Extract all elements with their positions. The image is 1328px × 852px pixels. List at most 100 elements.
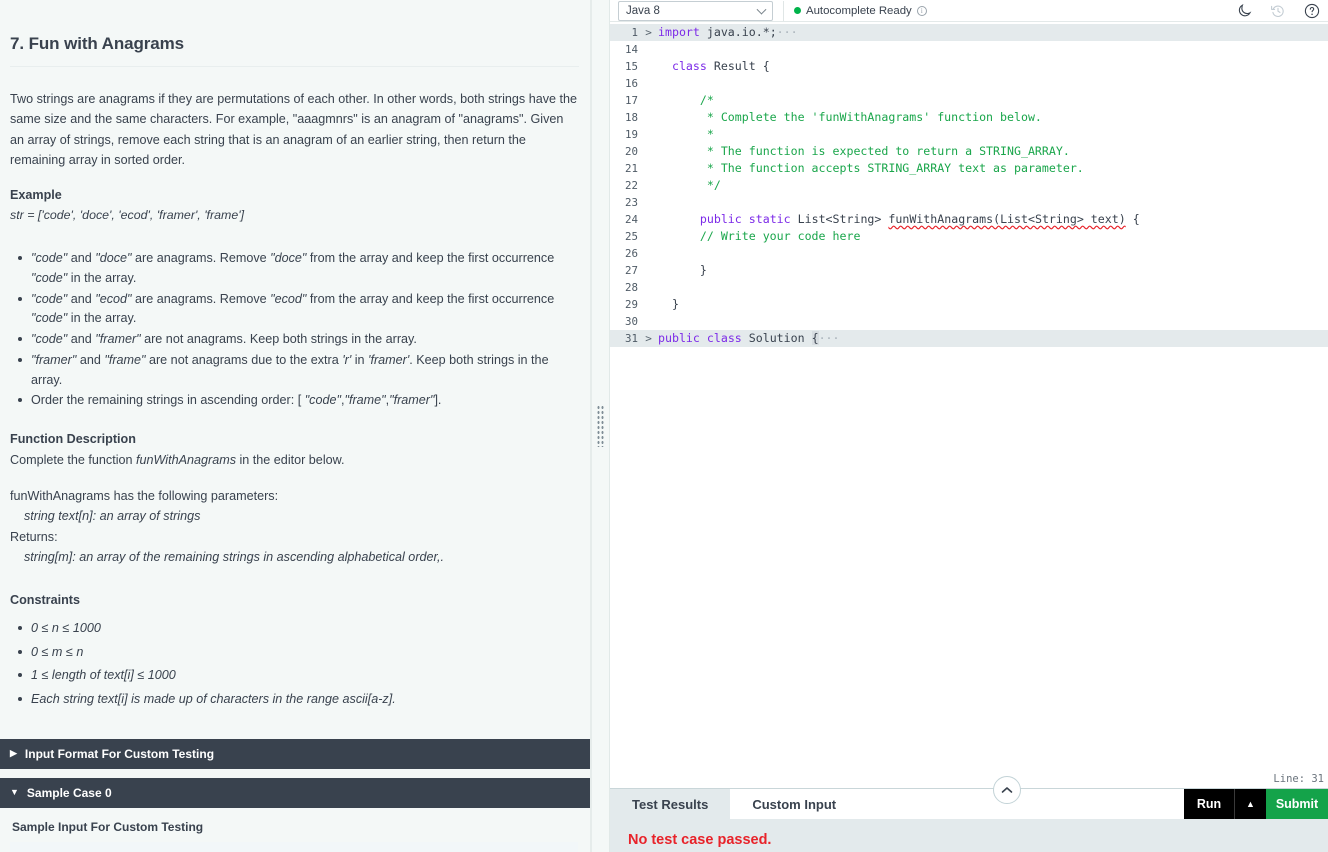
code-token: java.io.*; bbox=[699, 25, 777, 39]
function-description-heading: Function Description bbox=[10, 432, 136, 447]
line-number: 20 bbox=[624, 145, 638, 158]
code-line[interactable]: 29 } bbox=[610, 296, 1328, 313]
code-line[interactable]: 19 * bbox=[610, 126, 1328, 143]
problem-statement-panel[interactable]: 7. Fun with Anagrams Two strings are ana… bbox=[0, 0, 591, 852]
code-line[interactable]: 20 * The function is expected to return … bbox=[610, 143, 1328, 160]
history-icon[interactable] bbox=[1270, 3, 1286, 19]
code-line[interactable]: 25 // Write your code here bbox=[610, 228, 1328, 245]
moon-icon[interactable] bbox=[1236, 3, 1252, 19]
code-token: * bbox=[658, 127, 714, 141]
tab-custom-input[interactable]: Custom Input bbox=[730, 789, 859, 819]
returns-label: Returns: bbox=[10, 529, 58, 544]
sample-case-section-header[interactable]: ▼ Sample Case 0 bbox=[0, 777, 590, 808]
input-format-section-header[interactable]: ▶ Input Format For Custom Testing bbox=[0, 738, 590, 769]
returns-line: string[m]: an array of the remaining str… bbox=[24, 550, 445, 565]
example-bullet-list: "code" and "doce" are anagrams. Remove "… bbox=[10, 249, 579, 411]
code-line[interactable]: 24 public static List<String> funWithAna… bbox=[610, 211, 1328, 228]
code-line[interactable]: 14 bbox=[610, 41, 1328, 58]
code-line[interactable]: 15 class Result { bbox=[610, 58, 1328, 75]
code-token: public bbox=[699, 212, 742, 226]
sample-case-label: Sample Case 0 bbox=[26, 785, 112, 800]
autocomplete-status-label: Autocomplete Ready bbox=[806, 4, 912, 17]
code-editor[interactable]: 1 > import java.io.*;··· 14 15 class Result … bbox=[610, 22, 1328, 770]
line-number: 26 bbox=[624, 247, 638, 260]
code-line[interactable]: 16 bbox=[610, 75, 1328, 92]
code-line[interactable]: 18 * Complete the 'funWithAnagrams' func… bbox=[610, 109, 1328, 126]
list-item: Each string text[i] is made up of charac… bbox=[18, 690, 579, 710]
fold-toggle-icon[interactable]: > bbox=[642, 24, 655, 41]
toolbar-divider bbox=[783, 0, 784, 21]
code-text: public static List<String> funWithAnagra… bbox=[655, 211, 1140, 228]
sample-input-heading: Sample Input For Custom Testing bbox=[12, 819, 204, 834]
code-token: class bbox=[671, 59, 707, 73]
code-token: ··· bbox=[776, 25, 798, 39]
input-format-label: Input Format For Custom Testing bbox=[24, 746, 215, 761]
constraints-heading: Constraints bbox=[10, 592, 80, 607]
code-token: Result { bbox=[706, 59, 770, 73]
code-token: List<String> bbox=[790, 212, 889, 226]
line-number: 25 bbox=[624, 230, 638, 243]
chevron-up-icon bbox=[1001, 787, 1013, 793]
code-line[interactable]: 31 > public class Solution {··· bbox=[610, 330, 1328, 347]
code-text: } bbox=[655, 296, 679, 313]
code-text: * The function accepts STRING_ARRAY text… bbox=[655, 160, 1084, 177]
code-token: funWithAnagrams(List<String> text) bbox=[888, 212, 1126, 226]
chevron-down-icon bbox=[756, 4, 767, 15]
collapse-results-button[interactable] bbox=[993, 776, 1021, 804]
fold-toggle-icon[interactable]: > bbox=[642, 330, 655, 347]
line-number: 29 bbox=[624, 298, 638, 311]
panel-resize-handle[interactable] bbox=[591, 0, 610, 852]
editor-toolbar: Java 8 Autocomplete Ready i bbox=[610, 0, 1328, 22]
code-line[interactable]: 21 * The function accepts STRING_ARRAY t… bbox=[610, 160, 1328, 177]
line-number: 28 bbox=[624, 281, 638, 294]
caret-up-icon: ▲ bbox=[1246, 799, 1255, 809]
code-lines-container[interactable]: 1 > import java.io.*;··· 14 15 class Result … bbox=[610, 22, 1328, 347]
run-button[interactable]: Run bbox=[1184, 789, 1234, 819]
code-line[interactable]: 30 bbox=[610, 313, 1328, 330]
tab-custom-input-label: Custom Input bbox=[752, 796, 837, 812]
sample-input-code: STDIN Function ----- -------- 4 → n = 4 … bbox=[10, 841, 578, 852]
list-item: "code" and "ecod" are anagrams. Remove "… bbox=[18, 290, 579, 330]
params-intro: funWithAnagrams has the following parame… bbox=[10, 488, 279, 503]
code-line[interactable]: 26 bbox=[610, 245, 1328, 262]
test-result-message: No test case passed. bbox=[628, 832, 772, 848]
code-token: * The function is expected to return a S… bbox=[658, 144, 1070, 158]
submit-button[interactable]: Submit bbox=[1266, 789, 1328, 819]
code-text: * The function is expected to return a S… bbox=[655, 143, 1070, 160]
info-icon[interactable]: i bbox=[916, 5, 927, 16]
run-options-button[interactable]: ▲ bbox=[1234, 789, 1266, 819]
line-number: 23 bbox=[624, 196, 638, 209]
code-line[interactable]: 23 bbox=[610, 194, 1328, 211]
code-text: // Write your code here bbox=[655, 228, 861, 245]
code-line[interactable]: 17 /* bbox=[610, 92, 1328, 109]
tab-test-results[interactable]: Test Results bbox=[610, 789, 731, 819]
language-select[interactable]: Java 8 bbox=[618, 0, 773, 21]
code-token: class bbox=[706, 331, 742, 345]
code-line[interactable]: 28 bbox=[610, 279, 1328, 296]
code-token: // Write your code here bbox=[658, 229, 861, 243]
code-token: import bbox=[658, 25, 700, 39]
code-line[interactable]: 27 } bbox=[610, 262, 1328, 279]
line-number: 22 bbox=[624, 179, 638, 192]
list-item: "code" and "framer" are not anagrams. Ke… bbox=[18, 330, 579, 350]
problem-intro-text: Two strings are anagrams if they are per… bbox=[10, 92, 578, 168]
hackerrank-problem-page: 7. Fun with Anagrams Two strings are ana… bbox=[0, 0, 1328, 852]
line-number: 17 bbox=[624, 94, 638, 107]
line-number: 15 bbox=[624, 60, 638, 73]
code-line[interactable]: 1 > import java.io.*;··· bbox=[610, 24, 1328, 41]
line-status-bar: Line: 31 bbox=[610, 770, 1328, 788]
code-line[interactable]: 22 */ bbox=[610, 177, 1328, 194]
help-icon[interactable] bbox=[1304, 3, 1320, 19]
